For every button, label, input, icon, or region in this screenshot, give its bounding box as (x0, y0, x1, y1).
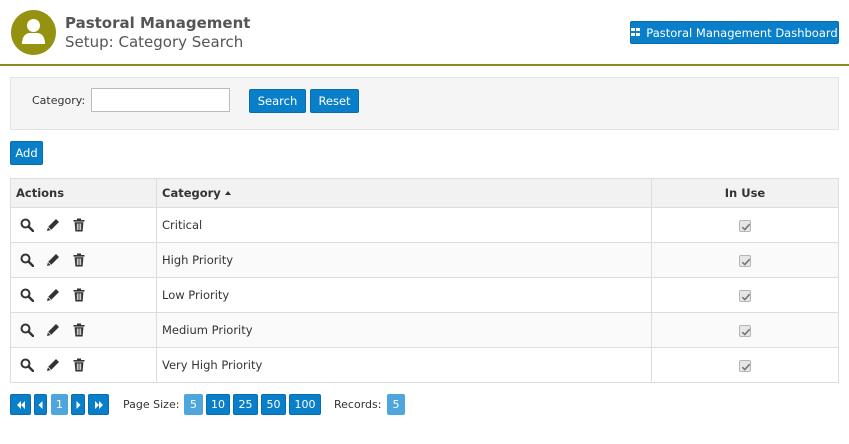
in-use-checkbox (739, 324, 751, 337)
trash-icon[interactable] (71, 252, 87, 268)
row-category-cell: Medium Priority (156, 312, 652, 348)
trash-icon[interactable] (71, 322, 87, 338)
pencil-icon[interactable] (45, 217, 61, 233)
in-use-checkbox (739, 359, 751, 372)
table-header-row: Actions Category In Use (10, 178, 839, 208)
add-button[interactable]: Add (10, 141, 43, 165)
previous-page-button[interactable] (34, 394, 47, 415)
reset-button[interactable]: Reset (310, 89, 359, 113)
search-icon[interactable] (19, 322, 35, 338)
category-label: Category: (32, 94, 86, 107)
row-category-cell: Critical (156, 207, 652, 243)
page-size-10-button[interactable]: 10 (206, 394, 230, 415)
grid-icon (631, 28, 641, 37)
records-count-badge: 5 (387, 394, 405, 415)
category-search-input[interactable] (91, 88, 230, 112)
search-icon[interactable] (19, 287, 35, 303)
page-button-1[interactable]: 1 (51, 394, 68, 415)
page-size-50-button[interactable]: 50 (261, 394, 286, 415)
page-subtitle: Setup: Category Search (65, 33, 244, 51)
row-category-cell: Low Priority (156, 277, 652, 313)
sort-ascending-icon (224, 191, 231, 195)
in-use-checkbox (739, 289, 751, 302)
pencil-icon[interactable] (45, 252, 61, 268)
search-button[interactable]: Search (249, 89, 306, 113)
row-actions-cell (10, 277, 157, 313)
in-use-checkbox (739, 254, 751, 267)
row-actions-cell (10, 347, 157, 383)
page-header: Pastoral Management Setup: Category Sear… (0, 0, 849, 66)
pencil-icon[interactable] (45, 322, 61, 338)
app-title: Pastoral Management (65, 14, 251, 32)
table-row: Very High Priority (10, 347, 839, 383)
column-header-category[interactable]: Category (156, 178, 652, 208)
row-in-use-cell (651, 277, 839, 313)
row-category-cell: High Priority (156, 242, 652, 278)
page-size-5-button[interactable]: 5 (184, 394, 203, 415)
table-row: High Priority (10, 242, 839, 278)
last-page-button[interactable] (88, 394, 109, 415)
row-category-cell: Very High Priority (156, 347, 652, 383)
double-left-icon (16, 400, 25, 409)
column-header-in-use[interactable]: In Use (651, 178, 839, 208)
row-actions-cell (10, 242, 157, 278)
row-actions-cell (10, 312, 157, 348)
first-page-button[interactable] (10, 394, 31, 415)
page-size-100-button[interactable]: 100 (289, 394, 321, 415)
page-size-label: Page Size: (123, 398, 180, 411)
row-in-use-cell (651, 312, 839, 348)
pencil-icon[interactable] (45, 357, 61, 373)
row-actions-cell (10, 207, 157, 243)
search-panel: Category: Search Reset (10, 77, 839, 130)
column-header-actions: Actions (10, 178, 157, 208)
table-row: Low Priority (10, 277, 839, 313)
user-avatar-icon (11, 10, 56, 55)
search-icon[interactable] (19, 357, 35, 373)
right-icon (76, 400, 80, 409)
page-size-25-button[interactable]: 25 (233, 394, 258, 415)
category-table: Actions Category In Use Critical High Pri… (10, 178, 839, 383)
next-page-button[interactable] (71, 394, 85, 415)
search-icon[interactable] (19, 252, 35, 268)
pencil-icon[interactable] (45, 287, 61, 303)
dashboard-button[interactable]: Pastoral Management Dashboard (630, 21, 839, 44)
in-use-checkbox (739, 219, 751, 232)
double-right-icon (94, 400, 103, 409)
search-icon[interactable] (19, 217, 35, 233)
table-row: Critical (10, 207, 839, 243)
row-in-use-cell (651, 242, 839, 278)
row-in-use-cell (651, 347, 839, 383)
row-in-use-cell (651, 207, 839, 243)
trash-icon[interactable] (71, 357, 87, 373)
dashboard-button-label: Pastoral Management Dashboard (646, 25, 838, 40)
records-label: Records: (334, 398, 382, 411)
trash-icon[interactable] (71, 217, 87, 233)
trash-icon[interactable] (71, 287, 87, 303)
table-row: Medium Priority (10, 312, 839, 348)
left-icon (38, 400, 43, 409)
